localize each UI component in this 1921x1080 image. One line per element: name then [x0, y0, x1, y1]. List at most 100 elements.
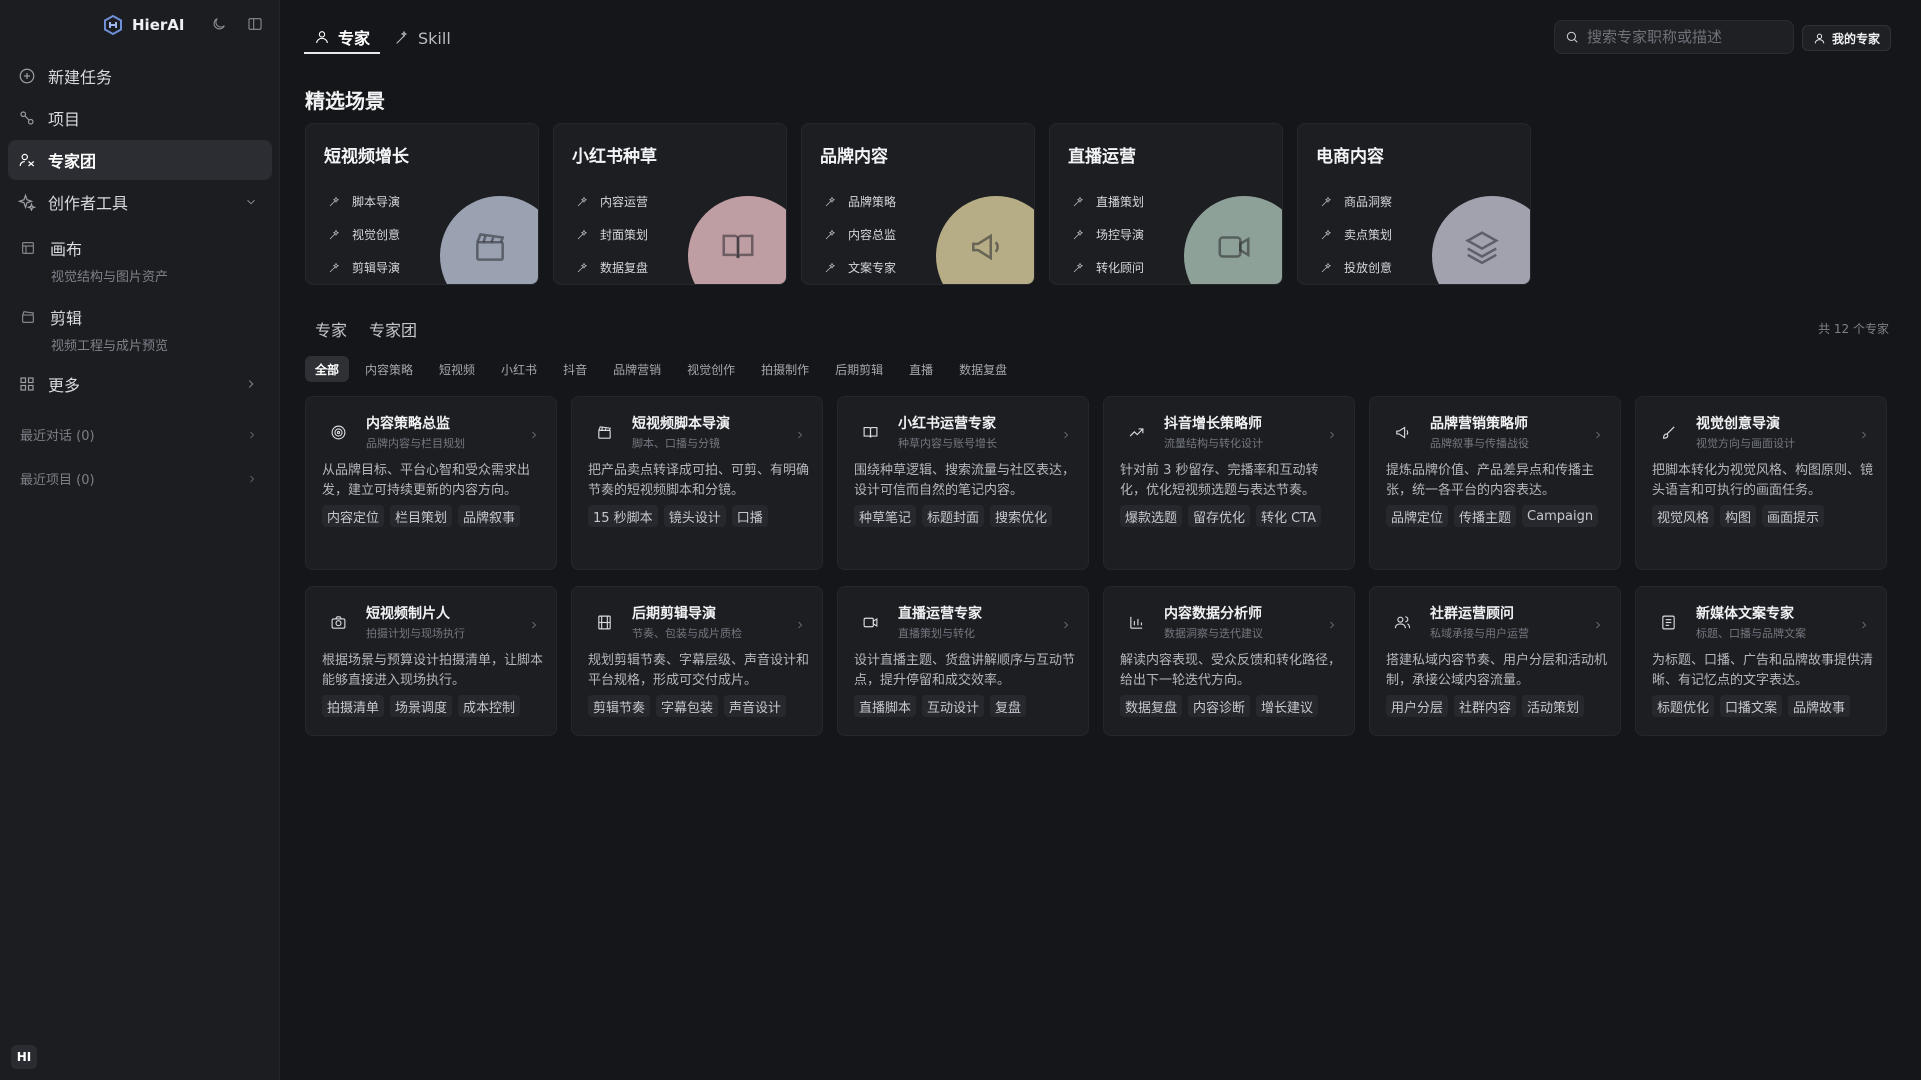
brand[interactable]: HierAI — [104, 15, 184, 35]
scene-illustration — [440, 196, 538, 284]
scene-item[interactable]: 卖点策划 — [1320, 218, 1392, 251]
expert-card[interactable]: 短视频脚本导演 脚本、口播与分镜 把产品卖点转译成可拍、可剪、有明确节奏的短视频… — [571, 396, 823, 570]
project-icon — [20, 111, 34, 125]
scene-card[interactable]: 品牌内容 品牌策略 内容总监 文案专家 — [801, 123, 1035, 285]
scene-card[interactable]: 电商内容 商品洞察 卖点策划 投放创意 — [1297, 123, 1531, 285]
expert-card[interactable]: 抖音增长策略师 流量结构与转化设计 针对前 3 秒留存、完播率和互动转化，优化短… — [1103, 396, 1355, 570]
nav-creator-tools[interactable]: 创作者工具 — [8, 182, 272, 222]
scene-item[interactable]: 数据复盘 — [576, 251, 648, 284]
expert-tag: 构图 — [1720, 505, 1757, 527]
scene-item[interactable]: 转化顾问 — [1072, 251, 1144, 284]
expert-card[interactable]: 直播运营专家 直播策划与转化 设计直播主题、货盘讲解顺序与互动节点，提升停留和成… — [837, 586, 1089, 736]
expert-tag: 转化 CTA — [1256, 505, 1322, 527]
tool-editing[interactable]: 剪辑 视频工程与成片预览 — [20, 305, 270, 354]
expert-tag: 场景调度 — [390, 695, 453, 717]
subtab-experts[interactable]: 专家 — [315, 317, 347, 341]
scene-item[interactable]: 直播策划 — [1072, 185, 1144, 218]
expert-card[interactable]: 后期剪辑导演 节奏、包装与成片质检 规划剪辑节奏、字幕层级、声音设计和平台规格，… — [571, 586, 823, 736]
filter-chip[interactable]: 品牌营销 — [603, 356, 671, 382]
search-box[interactable] — [1554, 20, 1794, 54]
scene-card[interactable]: 直播运营 直播策划 场控导演 转化顾问 — [1049, 123, 1283, 285]
users-icon — [1394, 614, 1411, 635]
nav-expert-team[interactable]: 专家团 — [8, 140, 272, 180]
my-experts-label: 我的专家 — [1832, 31, 1881, 46]
expert-card[interactable]: 视觉创意导演 视觉方向与画面设计 把脚本转化为视觉风格、构图原则、镜头语言和可执… — [1635, 396, 1887, 570]
expert-card[interactable]: 小红书运营专家 种草内容与账号增长 围绕种草逻辑、搜索流量与社区表达，设计可信而… — [837, 396, 1089, 570]
scene-item-label: 品牌策略 — [848, 195, 897, 209]
filter-chip[interactable]: 直播 — [899, 356, 943, 382]
expert-card[interactable]: 新媒体文案专家 标题、口播与品牌文案 为标题、口播、广告和品牌故事提供清晰、有记… — [1635, 586, 1887, 736]
chevron-right-icon — [528, 426, 540, 445]
expert-card[interactable]: 品牌营销策略师 品牌叙事与传播战役 提炼品牌价值、产品差异点和传播主张，统一各平… — [1369, 396, 1621, 570]
scene-item[interactable]: 品牌策略 — [824, 185, 896, 218]
wand-icon — [396, 30, 408, 44]
tab-experts[interactable]: 专家 — [304, 22, 381, 54]
nav-new-task[interactable]: 新建任务 — [8, 56, 272, 96]
nav-projects[interactable]: 项目 — [8, 98, 272, 138]
scene-illustration — [1184, 196, 1282, 284]
expert-subtitle: 数据洞察与迭代建议 — [1164, 627, 1263, 640]
filter-chip[interactable]: 拍摄制作 — [751, 356, 819, 382]
recent-projects[interactable]: 最近项目 (0) — [20, 469, 258, 488]
scene-item[interactable]: 视觉创意 — [328, 218, 400, 251]
scene-item[interactable]: 剪辑导演 — [328, 251, 400, 284]
subtab-expert-teams[interactable]: 专家团 — [369, 317, 417, 341]
expert-title: 后期剪辑导演 — [632, 606, 716, 622]
moon-icon[interactable] — [210, 15, 228, 33]
clapper-icon — [22, 311, 35, 323]
expert-card[interactable]: 短视频制片人 拍摄计划与现场执行 根据场景与预算设计拍摄清单，让脚本能够直接进入… — [305, 586, 557, 736]
filter-chip[interactable]: 内容策略 — [355, 356, 423, 382]
expert-tag: 口播 — [731, 505, 768, 527]
expert-card[interactable]: 内容策略总监 品牌内容与栏目规划 从品牌目标、平台心智和受众需求出发，建立可持续… — [305, 396, 557, 570]
scene-item-label: 剪辑导演 — [352, 261, 401, 275]
filter-chip[interactable]: 抖音 — [553, 356, 597, 382]
tool-canvas[interactable]: 画布 视觉结构与图片资产 — [20, 236, 270, 285]
scene-item[interactable]: 商品洞察 — [1320, 185, 1392, 218]
expert-tag: 活动策划 — [1522, 695, 1585, 717]
chevron-right-icon — [1592, 616, 1604, 635]
chevron-down-icon — [244, 194, 258, 213]
filter-chip[interactable]: 小红书 — [491, 356, 547, 382]
nav-label: 项目 — [48, 110, 81, 129]
expert-desc: 围绕种草逻辑、搜索流量与社区表达，设计可信而自然的笔记内容。 — [854, 463, 1076, 498]
filter-chip[interactable]: 全部 — [305, 356, 350, 382]
scene-item[interactable]: 文案专家 — [824, 251, 896, 284]
expert-tag: 标题优化 — [1652, 695, 1715, 717]
expert-card[interactable]: 社群运营顾问 私域承接与用户运营 搭建私域内容节奏、用户分层和活动机制，承接公域… — [1369, 586, 1621, 736]
scene-item[interactable]: 投放创意 — [1320, 251, 1392, 284]
expert-tag: 镜头设计 — [663, 505, 726, 527]
scene-card[interactable]: 短视频增长 脚本导演 视觉创意 剪辑导演 — [305, 123, 539, 285]
search-input[interactable] — [1587, 28, 1787, 46]
scene-item[interactable]: 内容总监 — [824, 218, 896, 251]
scene-item-label: 转化顾问 — [1096, 261, 1145, 275]
my-experts-button[interactable]: 我的专家 — [1802, 25, 1892, 51]
expert-desc: 搭建私域内容节奏、用户分层和活动机制，承接公域内容流量。 — [1386, 653, 1608, 688]
scene-item[interactable]: 内容运营 — [576, 185, 648, 218]
scene-item[interactable]: 封面策划 — [576, 218, 648, 251]
expert-card[interactable]: 内容数据分析师 数据洞察与迭代建议 解读内容表现、受众反馈和转化路径，给出下一轮… — [1103, 586, 1355, 736]
filter-chip[interactable]: 后期剪辑 — [825, 356, 893, 382]
scene-item[interactable]: 场控导演 — [1072, 218, 1144, 251]
scene-item[interactable]: 脚本导演 — [328, 185, 400, 218]
expert-tag: 用户分层 — [1386, 695, 1449, 717]
expert-title: 短视频制片人 — [366, 606, 450, 622]
nav-label: 新建任务 — [48, 68, 113, 87]
recent-chats[interactable]: 最近对话 (0) — [20, 425, 258, 444]
nav-more[interactable]: 更多 — [8, 364, 272, 404]
avatar[interactable]: HI — [11, 1045, 37, 1069]
expert-desc: 规划剪辑节奏、字幕层级、声音设计和平台规格，形成可交付成片。 — [588, 653, 810, 688]
expert-subtitle: 品牌内容与栏目规划 — [366, 437, 465, 450]
nav-label: 创作者工具 — [48, 194, 129, 213]
scene-card[interactable]: 小红书种草 内容运营 封面策划 数据复盘 — [553, 123, 787, 285]
expert-title: 视觉创意导演 — [1696, 416, 1780, 432]
sidebar-toggle-icon[interactable] — [246, 15, 264, 33]
filter-chip[interactable]: 数据复盘 — [949, 356, 1017, 382]
expert-desc: 把产品卖点转译成可拍、可剪、有明确节奏的短视频脚本和分镜。 — [588, 463, 810, 498]
tab-skill[interactable]: Skill — [384, 22, 461, 54]
expert-title: 品牌营销策略师 — [1430, 416, 1528, 432]
filter-chip[interactable]: 短视频 — [429, 356, 485, 382]
filter-chip[interactable]: 视觉创作 — [677, 356, 745, 382]
expert-title: 短视频脚本导演 — [632, 416, 730, 432]
chevron-right-icon — [250, 431, 255, 438]
scene-item-label: 场控导演 — [1096, 228, 1145, 242]
